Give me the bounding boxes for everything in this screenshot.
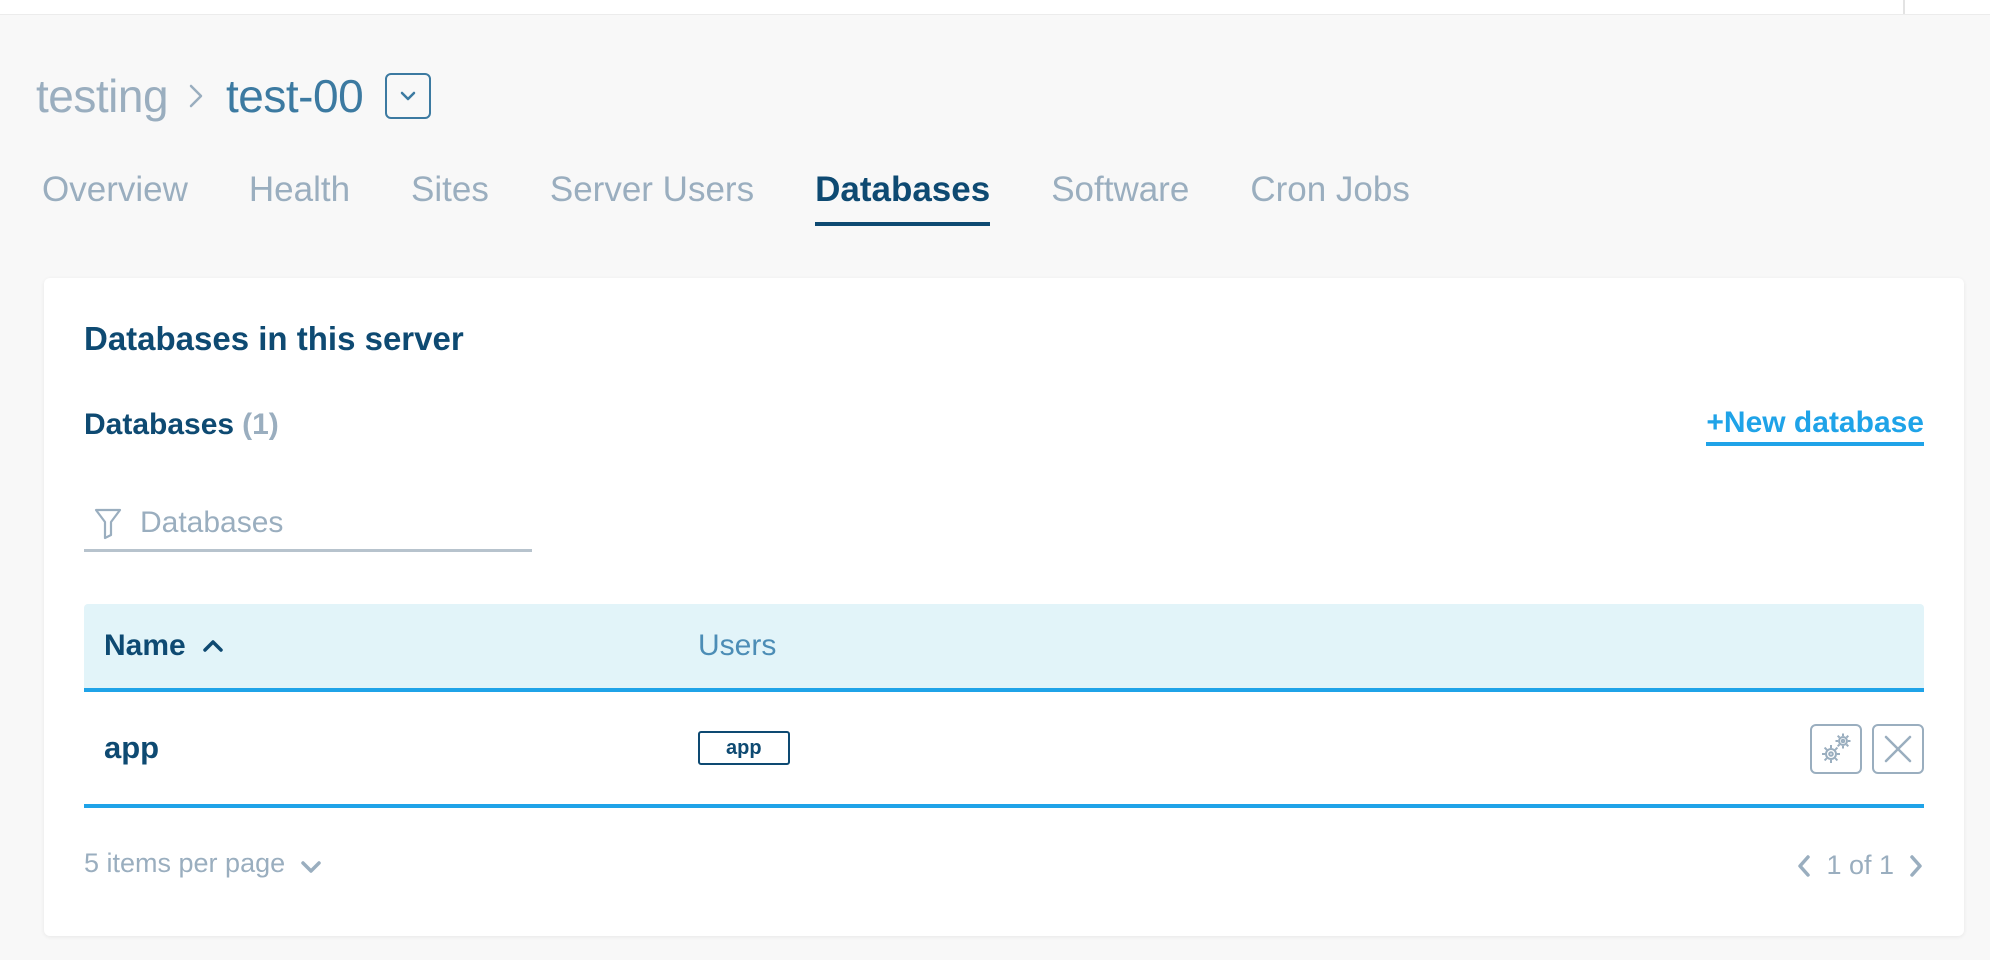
chevron-left-icon bbox=[1798, 854, 1811, 877]
items-per-page-select[interactable]: 5 items per page bbox=[84, 848, 323, 879]
previous-page-button[interactable] bbox=[1796, 853, 1812, 879]
next-page-button[interactable] bbox=[1908, 853, 1924, 879]
filter-input[interactable] bbox=[138, 504, 522, 541]
breadcrumb: testing test-00 bbox=[36, 66, 432, 126]
tab-server-users[interactable]: Server Users bbox=[550, 170, 754, 226]
tab-cron-jobs[interactable]: Cron Jobs bbox=[1250, 170, 1410, 226]
filter-field bbox=[84, 496, 532, 552]
page-indicator: 1 of 1 bbox=[1826, 850, 1894, 880]
databases-table: Name Users app app bbox=[84, 604, 1924, 808]
column-header-users: Users bbox=[698, 629, 777, 662]
tab-databases[interactable]: Databases bbox=[815, 170, 991, 226]
top-bar bbox=[0, 0, 1990, 15]
chevron-down-icon bbox=[400, 91, 416, 101]
database-count: (1) bbox=[242, 408, 279, 441]
items-per-page-label: 5 items per page bbox=[84, 848, 286, 878]
database-settings-button[interactable] bbox=[1810, 724, 1862, 774]
chevron-down-icon bbox=[299, 859, 323, 875]
row-actions bbox=[1800, 724, 1924, 774]
database-name: app bbox=[104, 730, 160, 765]
delete-database-button[interactable] bbox=[1872, 724, 1924, 774]
server-tabs: Overview Health Sites Server Users Datab… bbox=[42, 170, 1471, 226]
pagination: 1 of 1 bbox=[1796, 850, 1924, 881]
table-header: Name Users bbox=[84, 604, 1924, 692]
user-tag[interactable]: app bbox=[698, 731, 790, 765]
top-bar-divider bbox=[1903, 0, 1905, 14]
breadcrumb-separator-icon bbox=[188, 82, 204, 110]
column-header-name[interactable]: Name bbox=[104, 604, 224, 688]
column-header-name-label: Name bbox=[104, 629, 186, 662]
close-icon bbox=[1884, 735, 1912, 763]
breadcrumb-parent-link[interactable]: testing bbox=[36, 69, 169, 123]
filter-icon bbox=[92, 505, 124, 541]
section-label: Databases bbox=[84, 408, 235, 441]
breadcrumb-current: test-00 bbox=[226, 70, 364, 122]
tab-sites[interactable]: Sites bbox=[411, 170, 489, 226]
card-title: Databases in this server bbox=[84, 320, 464, 357]
databases-count-heading: Databases (1) bbox=[84, 408, 279, 442]
server-switcher-button[interactable] bbox=[385, 73, 432, 119]
databases-card: Databases in this server Databases (1) +N… bbox=[44, 278, 1964, 936]
chevron-right-icon bbox=[1910, 854, 1922, 877]
table-row: app app bbox=[84, 692, 1924, 808]
tab-health[interactable]: Health bbox=[249, 170, 350, 226]
gears-icon bbox=[1822, 733, 1851, 763]
chevron-up-icon bbox=[202, 639, 224, 653]
tab-overview[interactable]: Overview bbox=[42, 170, 188, 226]
tab-software[interactable]: Software bbox=[1051, 170, 1189, 226]
new-database-button[interactable]: +New database bbox=[1706, 406, 1924, 446]
